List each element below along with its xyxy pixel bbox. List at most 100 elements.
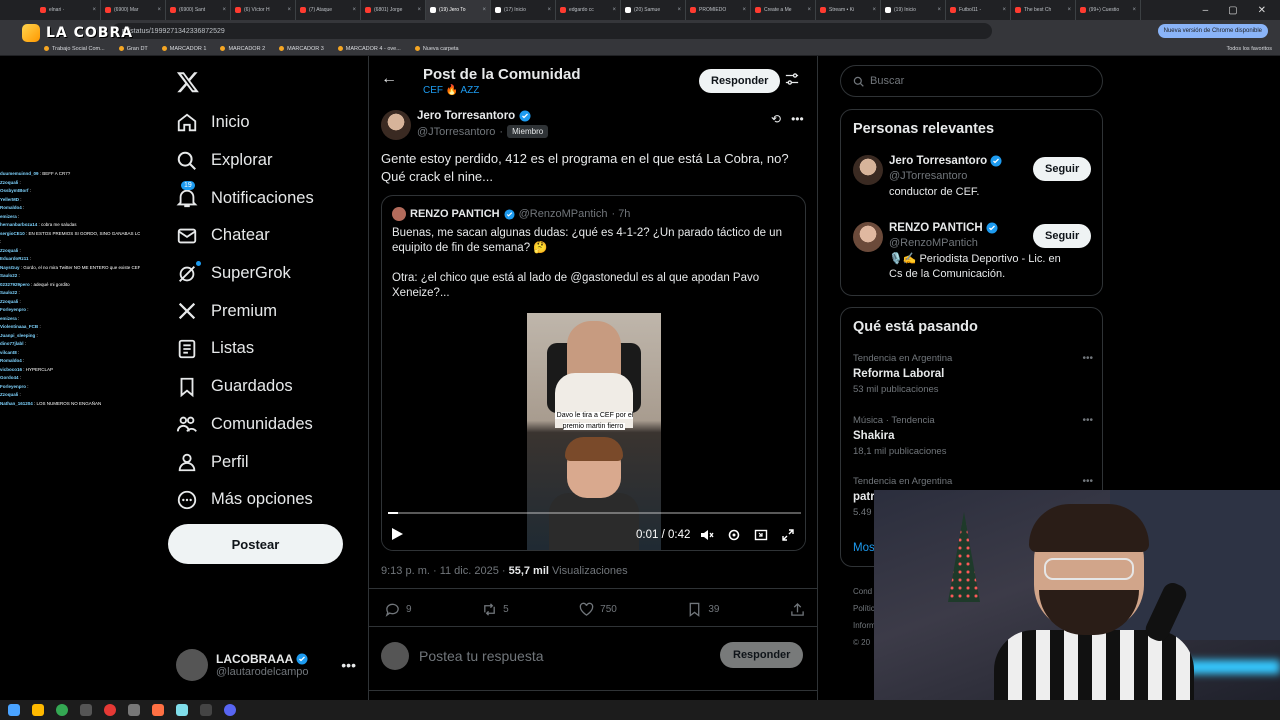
address-bar[interactable]: ro/status/1999271342336872529 [112,23,992,39]
nav-item-supergrok[interactable]: SuperGrok [176,255,314,293]
close-tab-icon[interactable]: × [807,7,811,13]
reply-input[interactable]: Postea tu respuesta [419,648,544,664]
close-window-icon[interactable]: ✕ [1258,5,1266,16]
app-icon[interactable] [200,704,212,716]
trend-item[interactable]: Música · Tendencia Shakira 18,1 mil publ… [853,415,1093,457]
close-tab-icon[interactable]: × [222,7,226,13]
volume-muted-icon[interactable] [700,528,714,542]
bookmark-item[interactable]: MARCADOR 4 - ove... [337,46,401,52]
post-author[interactable]: Jero Torresantoro @JTorresantoro · Miembro [381,110,549,140]
browser-tab[interactable]: (6801) Jorge × [361,0,426,20]
trend-item[interactable]: Tendencia en Argentina Reforma Laboral 5… [853,353,1093,395]
nav-item-perfil[interactable]: Perfil [176,443,314,481]
repost-action[interactable]: 5 [482,602,509,617]
fullscreen-icon[interactable] [781,528,795,542]
minimize-icon[interactable]: – [1203,5,1209,16]
settings-gear-icon[interactable] [727,528,741,542]
nav-item-comunidades[interactable]: Comunidades [176,406,314,444]
app-icon[interactable] [128,704,140,716]
bookmark-item[interactable]: MARCADOR 2 [220,46,265,52]
close-tab-icon[interactable]: × [547,7,551,13]
more-icon[interactable]: ••• [1082,476,1093,487]
maximize-icon[interactable]: ▢ [1228,5,1237,16]
nav-item-listas[interactable]: Listas [176,330,314,368]
windows-start-icon[interactable] [8,704,20,716]
close-tab-icon[interactable]: × [612,7,616,13]
bookmark-item[interactable]: Nueva carpeta [414,46,459,52]
nav-item-explorar[interactable]: Explorar [176,142,314,180]
browser-tab[interactable]: (19) Jero To × [426,0,491,20]
reply-action[interactable]: 9 [385,602,412,617]
discord-icon[interactable] [224,704,236,716]
quoted-post[interactable]: RENZO PANTICH @RenzoMPantich · 7h Buenas… [381,195,806,551]
file-explorer-icon[interactable] [32,704,44,716]
app-icon[interactable] [80,704,92,716]
more-icon[interactable]: ••• [341,657,356,673]
post-button[interactable]: Postear [168,524,343,564]
search-input[interactable]: Buscar [840,65,1103,97]
nav-item-premium[interactable]: Premium [176,292,314,330]
close-tab-icon[interactable]: × [92,7,96,13]
account-switcher[interactable]: LACOBRAAA @lautarodelcampo ••• [176,649,356,681]
close-tab-icon[interactable]: × [677,7,681,13]
chrome-icon[interactable] [56,704,68,716]
share-action[interactable] [790,602,805,617]
more-icon[interactable]: ••• [1082,415,1093,426]
close-tab-icon[interactable]: × [742,7,746,13]
bookmark-item[interactable]: MARCADOR 1 [161,46,206,52]
close-tab-icon[interactable]: × [287,7,291,13]
close-tab-icon[interactable]: × [352,7,356,13]
follow-button[interactable]: Seguir [1033,224,1092,248]
grok-icon[interactable]: ⟲ [771,112,781,126]
like-action[interactable]: 750 [579,602,617,617]
all-bookmarks-link[interactable]: Todos los favoritos [1226,46,1272,52]
x-logo-icon[interactable] [176,70,200,94]
bookmark-item[interactable]: Trabajo Social Com... [44,46,105,52]
video-progress-bar[interactable] [388,512,801,514]
obs-icon[interactable] [104,704,116,716]
browser-tab[interactable]: (6900) Mar × [101,0,166,20]
browser-tab[interactable]: (17) Inicio × [491,0,556,20]
close-tab-icon[interactable]: × [1067,7,1071,13]
close-tab-icon[interactable]: × [1132,7,1136,13]
nav-item-más-opciones[interactable]: Más opciones [176,481,314,519]
browser-tab[interactable]: edgardo cc × [556,0,621,20]
nav-item-inicio[interactable]: Inicio [176,104,314,142]
browser-tab[interactable]: (20) Samue × [621,0,686,20]
close-tab-icon[interactable]: × [872,7,876,13]
back-arrow-icon[interactable]: ← [381,70,397,88]
show-more-link[interactable]: Mos [853,542,875,554]
chrome-update-button[interactable]: Nueva versión de Chrome disponible [1157,24,1268,38]
browser-tab[interactable]: PROMIEDO × [686,0,751,20]
bookmark-action[interactable]: 39 [687,602,719,617]
community-link[interactable]: CEF 🔥 AZZ [423,85,479,96]
reply-button[interactable]: Responder [699,69,781,93]
browser-tab[interactable]: (7) Ataque × [296,0,361,20]
close-tab-icon[interactable]: × [1002,7,1006,13]
close-tab-icon[interactable]: × [937,7,941,13]
nav-item-chatear[interactable]: Chatear [176,217,314,255]
play-icon[interactable] [390,527,404,541]
more-icon[interactable]: ••• [1082,353,1093,364]
nav-item-guardados[interactable]: Guardados [176,368,314,406]
video-player[interactable]: Davo le tira a CEF por el premio martin … [382,313,805,550]
close-tab-icon[interactable]: × [417,7,421,13]
bookmark-item[interactable]: Gran DT [118,46,148,52]
nav-item-notificaciones[interactable]: 19 Notificaciones [176,179,314,217]
browser-tab[interactable]: (6) Víctor H × [231,0,296,20]
app-icon[interactable] [176,704,188,716]
app-icon[interactable] [152,704,164,716]
close-tab-icon[interactable]: × [482,7,486,13]
browser-tab[interactable]: Create a Me × [751,0,816,20]
browser-tab[interactable]: The best Ch × [1011,0,1076,20]
close-tab-icon[interactable]: × [157,7,161,13]
follow-button[interactable]: Seguir [1033,157,1092,181]
picture-in-picture-icon[interactable] [754,528,768,542]
settings-sliders-icon[interactable] [785,72,799,86]
browser-tab[interactable]: elnari · × [36,0,101,20]
browser-tab[interactable]: Stream • Ki × [816,0,881,20]
browser-tab[interactable]: (19) Inicio × [881,0,946,20]
browser-tab[interactable]: Futbol11 - × [946,0,1011,20]
browser-tab[interactable]: (99+) Cuestio × [1076,0,1141,20]
reply-submit-button[interactable]: Responder [720,642,804,668]
